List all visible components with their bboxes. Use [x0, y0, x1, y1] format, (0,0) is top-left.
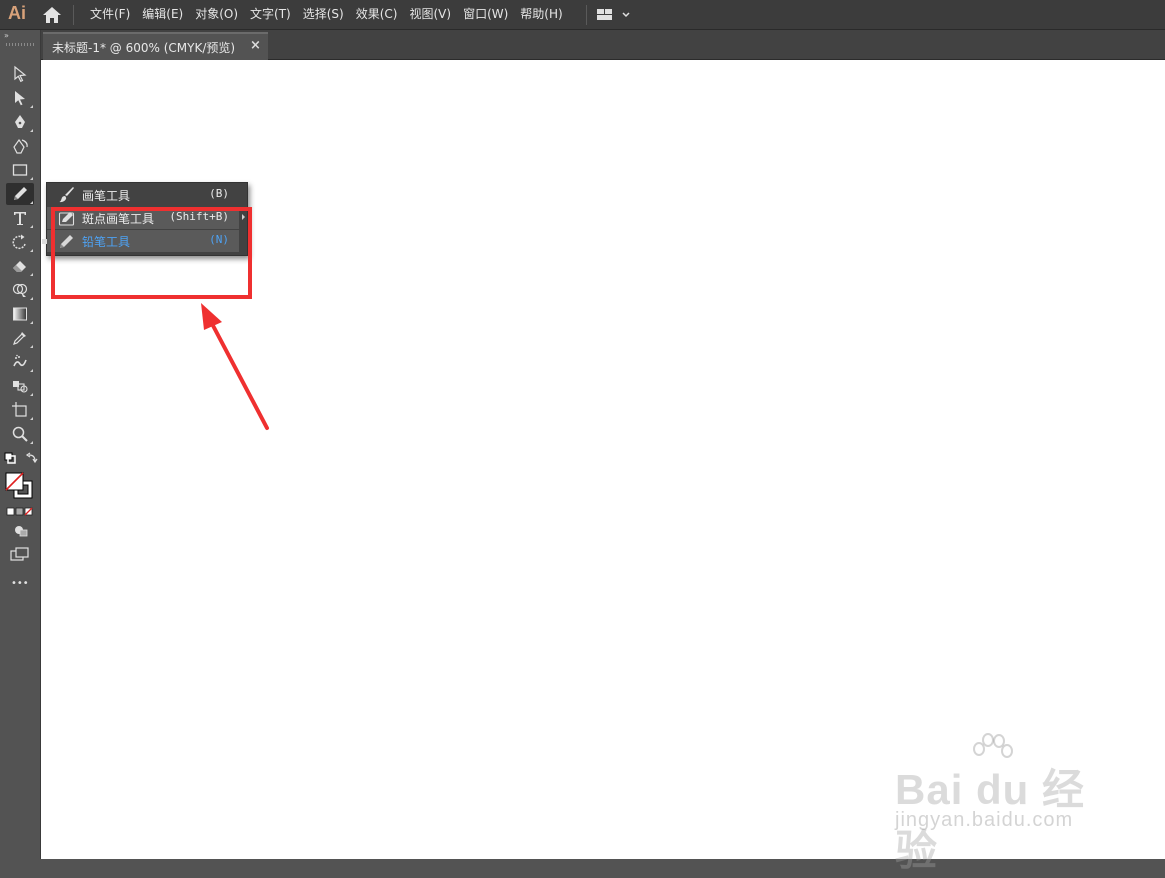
document-tab-title: 未标题-1* @ 600% (CMYK/预览) [52, 41, 236, 55]
document-tab-bar: 未标题-1* @ 600% (CMYK/预览) × [41, 30, 1165, 60]
baidu-watermark: Bai du 经验 jingyan.baidu.com [893, 733, 1108, 874]
rectangle-icon [12, 164, 28, 176]
menu-items: 文件(F) 编辑(E) 对象(O) 文字(T) 选择(S) 效果(C) 视图(V… [84, 0, 569, 30]
panel-grip[interactable] [6, 43, 34, 46]
selection-tool[interactable] [6, 63, 34, 85]
close-icon[interactable]: × [250, 38, 261, 53]
flyout-connector [42, 239, 47, 244]
menu-object[interactable]: 对象(O) [189, 0, 244, 30]
direct-selection-tool[interactable] [6, 87, 34, 109]
screen-mode-icon[interactable] [9, 546, 31, 562]
color-mode-icons[interactable] [6, 506, 36, 518]
default-fill-stroke-icon[interactable] [4, 452, 38, 468]
home-icon [43, 7, 61, 23]
zoom-icon [12, 426, 28, 442]
eyedropper-icon [13, 332, 26, 345]
rotate-icon [12, 234, 26, 250]
column-graph-icon [13, 381, 28, 393]
pen-icon [15, 115, 25, 128]
type-icon [14, 212, 26, 225]
rotate-tool[interactable] [6, 231, 34, 253]
eraser-icon [13, 261, 26, 272]
workspace-switcher-button[interactable] [596, 7, 632, 23]
more-tools-icon[interactable]: ••• [11, 578, 29, 589]
drawing-mode-icon[interactable] [12, 524, 30, 538]
flyout-item-shortcut: (B) [209, 187, 229, 200]
pen-tool[interactable] [6, 111, 34, 133]
symbol-sprayer-icon [13, 354, 27, 367]
curvature-tool[interactable] [6, 135, 34, 157]
menu-bar: Ai 文件(F) 编辑(E) 对象(O) 文字(T) 选择(S) 效果(C) 视… [0, 0, 1165, 30]
watermark-url: jingyan.baidu.com [895, 809, 1074, 831]
menu-view[interactable]: 视图(V) [403, 0, 457, 30]
menu-edit[interactable]: 编辑(E) [136, 0, 189, 30]
annotation-highlight-box [51, 207, 252, 299]
type-tool[interactable] [6, 207, 34, 229]
eraser-tool[interactable] [6, 255, 34, 277]
menu-window[interactable]: 窗口(W) [457, 0, 514, 30]
rectangle-tool[interactable] [6, 159, 34, 181]
selection-arrow-icon [14, 65, 27, 83]
menu-effect[interactable]: 效果(C) [350, 0, 404, 30]
artboard-icon [12, 402, 27, 417]
app-logo: Ai [8, 3, 26, 23]
menu-help[interactable]: 帮助(H) [514, 0, 568, 30]
shape-builder-icon [12, 283, 28, 297]
zoom-tool[interactable] [6, 423, 34, 445]
paintbrush-icon [59, 187, 74, 203]
gradient-tool[interactable] [6, 303, 34, 325]
eyedropper-tool[interactable] [6, 327, 34, 349]
direct-selection-icon [15, 91, 25, 106]
menu-separator [73, 5, 74, 25]
shape-builder-tool[interactable] [6, 279, 34, 301]
menu-type[interactable]: 文字(T) [244, 0, 297, 30]
artboard-tool[interactable] [6, 399, 34, 421]
menu-file[interactable]: 文件(F) [84, 0, 136, 30]
home-button[interactable] [41, 6, 63, 24]
menu-select[interactable]: 选择(S) [297, 0, 350, 30]
collapse-panel-icon[interactable]: » [4, 31, 9, 40]
blend-tool[interactable] [6, 351, 34, 373]
paintbrush-tool[interactable] [6, 183, 34, 205]
pencil-icon [14, 187, 27, 200]
annotation-arrow-icon [201, 303, 269, 430]
gradient-icon [13, 307, 27, 321]
symbol-sprayer-tool[interactable] [6, 375, 34, 397]
flyout-item-label: 画笔工具 [82, 189, 131, 203]
flyout-item-paintbrush[interactable]: 画笔工具 (B) [47, 184, 247, 206]
curvature-pen-icon [13, 138, 28, 154]
fill-stroke-swatch-icon[interactable] [4, 471, 36, 501]
menu-separator [586, 5, 587, 25]
document-tab[interactable]: 未标题-1* @ 600% (CMYK/预览) × [43, 32, 268, 60]
tools-panel: » ••• [0, 30, 41, 859]
workspace-layout-icon [597, 9, 630, 20]
